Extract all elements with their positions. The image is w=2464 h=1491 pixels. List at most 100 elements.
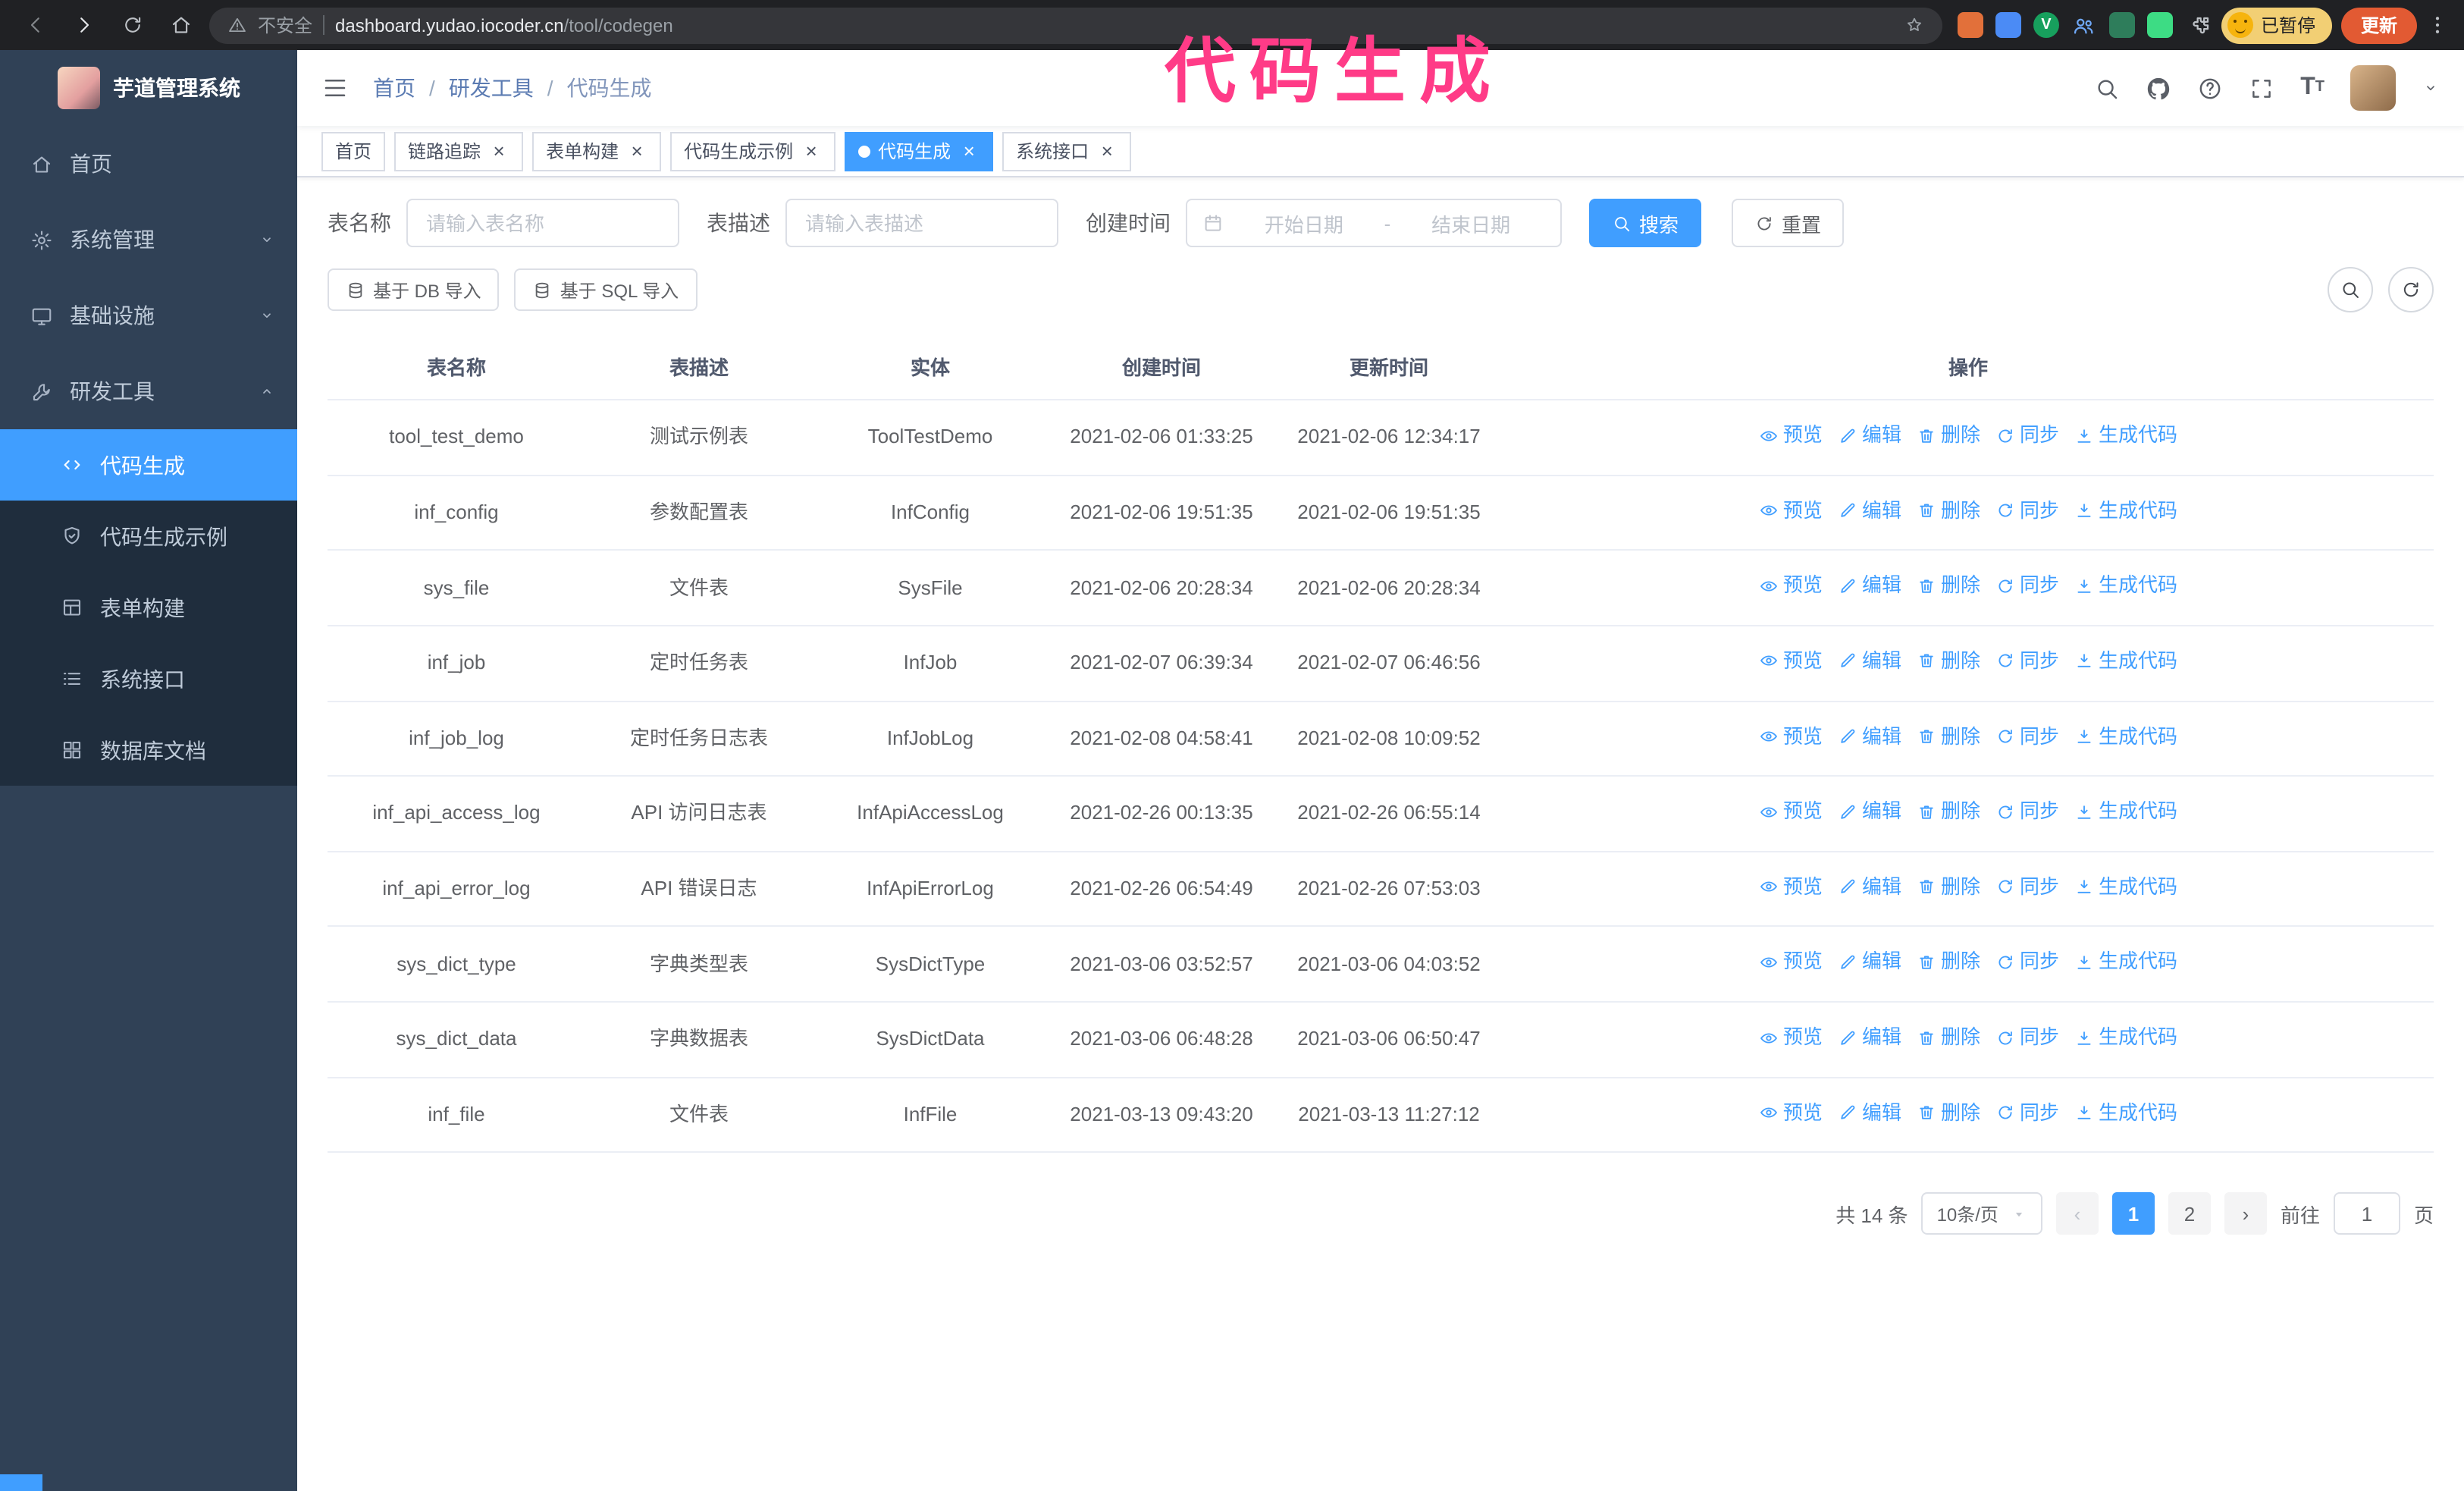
tab-close-icon[interactable]: × xyxy=(488,140,509,162)
row-action-edit[interactable]: 编辑 xyxy=(1838,720,1901,753)
row-action-delete[interactable]: 删除 xyxy=(1917,570,1980,603)
header-search-button[interactable] xyxy=(2094,75,2120,101)
row-action-edit[interactable]: 编辑 xyxy=(1838,645,1901,678)
sidebar-item-codegen[interactable]: 代码生成 xyxy=(0,429,297,501)
sidebar-item-infra[interactable]: 基础设施 xyxy=(0,278,297,353)
github-link[interactable] xyxy=(2146,75,2171,101)
app-logo[interactable]: 芋道管理系统 xyxy=(0,50,297,126)
extension-blue-icon[interactable] xyxy=(1995,12,2021,38)
row-action-preview[interactable]: 预览 xyxy=(1759,795,1823,828)
browser-home-button[interactable] xyxy=(161,5,200,45)
row-action-delete[interactable]: 删除 xyxy=(1917,494,1980,527)
sidebar-item-codegen-example[interactable]: 代码生成示例 xyxy=(0,501,297,572)
sidebar-toggle-button[interactable] xyxy=(321,74,349,102)
next-page-button[interactable]: › xyxy=(2224,1192,2267,1235)
row-action-preview[interactable]: 预览 xyxy=(1759,871,1823,904)
row-action-preview[interactable]: 预览 xyxy=(1759,645,1823,678)
row-action-sync[interactable]: 同步 xyxy=(1995,645,2059,678)
font-size-button[interactable]: TT xyxy=(2300,75,2324,100)
chrome-update-button[interactable]: 更新 xyxy=(2340,7,2417,43)
tab-codegen[interactable]: 代码生成 × xyxy=(845,131,994,171)
create-time-range-picker[interactable]: 开始日期 - 结束日期 xyxy=(1186,199,1562,247)
row-action-edit[interactable]: 编辑 xyxy=(1838,419,1901,452)
row-action-edit[interactable]: 编辑 xyxy=(1838,871,1901,904)
sidebar-item-system[interactable]: 系统管理 xyxy=(0,202,297,278)
extension-orange-icon[interactable] xyxy=(1957,12,1983,38)
sidebar-item-home[interactable]: 首页 xyxy=(0,126,297,202)
row-action-generate[interactable]: 生成代码 xyxy=(2074,946,2177,979)
row-action-generate[interactable]: 生成代码 xyxy=(2074,795,2177,828)
row-action-preview[interactable]: 预览 xyxy=(1759,946,1823,979)
prev-page-button[interactable]: ‹ xyxy=(2055,1192,2099,1235)
refresh-table-button[interactable] xyxy=(2388,267,2434,312)
search-button[interactable]: 搜索 xyxy=(1589,199,1702,247)
row-action-delete[interactable]: 删除 xyxy=(1917,795,1980,828)
row-action-sync[interactable]: 同步 xyxy=(1995,570,2059,603)
import-db-button[interactable]: 基于 DB 导入 xyxy=(328,268,500,311)
tab-close-icon[interactable]: × xyxy=(958,140,980,162)
goto-page-input[interactable] xyxy=(2333,1192,2400,1235)
sidebar-item-db-doc[interactable]: 数据库文档 xyxy=(0,714,297,786)
row-action-preview[interactable]: 预览 xyxy=(1759,720,1823,753)
tab-system-api[interactable]: 系统接口 × xyxy=(1002,131,1132,171)
row-action-sync[interactable]: 同步 xyxy=(1995,871,2059,904)
address-bar[interactable]: 不安全 dashboard.yudao.iocoder.cn/tool/code… xyxy=(209,7,1942,43)
row-action-sync[interactable]: 同步 xyxy=(1995,720,2059,753)
sidebar-item-system-api[interactable]: 系统接口 xyxy=(0,643,297,714)
row-action-sync[interactable]: 同步 xyxy=(1995,419,2059,452)
tab-tracer[interactable]: 链路追踪 × xyxy=(394,131,524,171)
row-action-generate[interactable]: 生成代码 xyxy=(2074,871,2177,904)
row-action-preview[interactable]: 预览 xyxy=(1759,1097,1823,1130)
browser-back-button[interactable] xyxy=(15,5,55,45)
row-action-edit[interactable]: 编辑 xyxy=(1838,946,1901,979)
row-action-preview[interactable]: 预览 xyxy=(1759,1021,1823,1054)
extension-lime-icon[interactable] xyxy=(2146,12,2173,38)
tab-home[interactable]: 首页 xyxy=(321,131,386,171)
profile-chip[interactable]: 已暂停 xyxy=(2221,7,2332,43)
row-action-edit[interactable]: 编辑 xyxy=(1838,795,1901,828)
extension-green-v-icon[interactable]: V xyxy=(2033,12,2059,38)
row-action-generate[interactable]: 生成代码 xyxy=(2074,494,2177,527)
page-button-1[interactable]: 1 xyxy=(2111,1192,2155,1235)
row-action-delete[interactable]: 删除 xyxy=(1917,645,1980,678)
help-docs-button[interactable] xyxy=(2197,75,2223,101)
row-action-sync[interactable]: 同步 xyxy=(1995,1021,2059,1054)
row-action-sync[interactable]: 同步 xyxy=(1995,494,2059,527)
reset-button[interactable]: 重置 xyxy=(1732,199,1845,247)
row-action-preview[interactable]: 预览 xyxy=(1759,494,1823,527)
tab-close-icon[interactable]: × xyxy=(801,140,822,162)
user-menu-caret-icon[interactable] xyxy=(2422,79,2440,97)
row-action-delete[interactable]: 删除 xyxy=(1917,1097,1980,1130)
extensions-puzzle-icon[interactable] xyxy=(2188,13,2212,37)
row-action-delete[interactable]: 删除 xyxy=(1917,946,1980,979)
toggle-search-button[interactable] xyxy=(2328,267,2373,312)
row-action-sync[interactable]: 同步 xyxy=(1995,795,2059,828)
page-button-2[interactable]: 2 xyxy=(2168,1192,2211,1235)
browser-reload-button[interactable] xyxy=(112,5,152,45)
row-action-delete[interactable]: 删除 xyxy=(1917,871,1980,904)
row-action-preview[interactable]: 预览 xyxy=(1759,570,1823,603)
table-name-input[interactable] xyxy=(406,199,679,247)
extension-people-icon[interactable] xyxy=(2071,12,2097,38)
row-action-generate[interactable]: 生成代码 xyxy=(2074,720,2177,753)
row-action-edit[interactable]: 编辑 xyxy=(1838,494,1901,527)
extension-teal-icon[interactable] xyxy=(2108,12,2135,38)
row-action-edit[interactable]: 编辑 xyxy=(1838,1097,1901,1130)
browser-forward-button[interactable] xyxy=(64,5,103,45)
row-action-preview[interactable]: 预览 xyxy=(1759,419,1823,452)
row-action-delete[interactable]: 删除 xyxy=(1917,1021,1980,1054)
breadcrumb-item[interactable]: 首页 xyxy=(373,73,415,103)
breadcrumb-item[interactable]: 研发工具 xyxy=(449,73,534,103)
chrome-menu-icon[interactable] xyxy=(2426,14,2449,36)
tab-form-build[interactable]: 表单构建 × xyxy=(532,131,662,171)
row-action-sync[interactable]: 同步 xyxy=(1995,1097,2059,1130)
row-action-delete[interactable]: 删除 xyxy=(1917,720,1980,753)
import-sql-button[interactable]: 基于 SQL 导入 xyxy=(514,268,698,311)
sidebar-item-devtools[interactable]: 研发工具 xyxy=(0,353,297,429)
row-action-edit[interactable]: 编辑 xyxy=(1838,1021,1901,1054)
tab-close-icon[interactable]: × xyxy=(626,140,647,162)
row-action-generate[interactable]: 生成代码 xyxy=(2074,645,2177,678)
bookmark-star-icon[interactable] xyxy=(1904,15,1924,35)
page-size-select[interactable]: 10条/页 xyxy=(1921,1192,2042,1235)
table-desc-input[interactable] xyxy=(785,199,1058,247)
